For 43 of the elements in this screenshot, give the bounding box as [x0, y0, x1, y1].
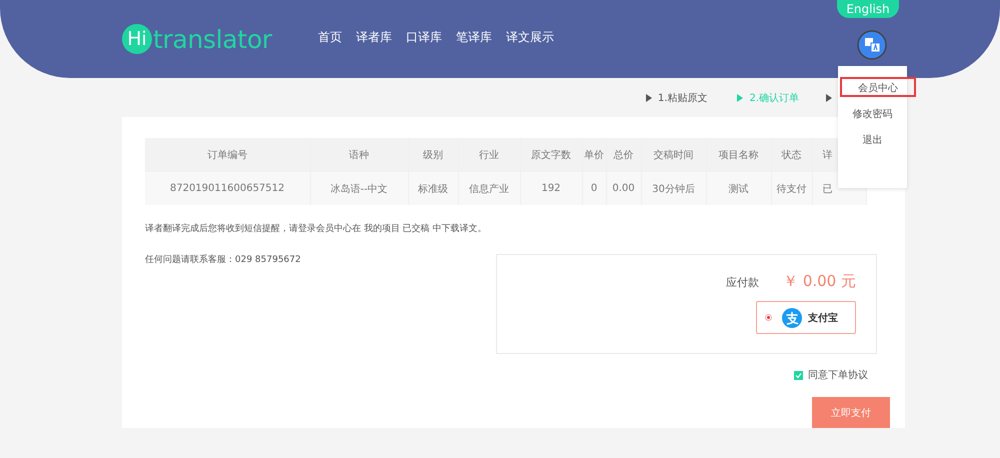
table-cell: 30分钟后: [641, 172, 706, 205]
nav-link[interactable]: 首页: [318, 28, 342, 46]
amount-label: 应付款: [726, 275, 760, 290]
table-cell: 192: [520, 172, 582, 205]
play-icon: [646, 94, 652, 102]
translate-icon[interactable]: [857, 30, 887, 60]
contact-text: 任何问题请联系客服：029 85795672: [145, 254, 302, 266]
table-cell: 0.00: [606, 172, 641, 205]
step-label[interactable]: 1.粘贴原文: [658, 90, 708, 104]
notice-text: 译者翻译完成后您将收到短信提醒，请登录会员中心在 我的项目 已交稿 中下载译文。: [145, 222, 488, 235]
payment-option[interactable]: 支付宝: [756, 301, 856, 334]
nav-link[interactable]: 译文展示: [506, 28, 554, 46]
table-cell: 测试: [706, 172, 771, 205]
amount-value: ￥ 0.00 元: [783, 272, 856, 291]
checkbox[interactable]: [794, 370, 803, 380]
play-icon: [826, 94, 832, 102]
nav-link[interactable]: 笔译库: [456, 28, 492, 46]
column-header: 语种: [310, 138, 408, 172]
logo-text: translator: [153, 26, 272, 52]
table-cell: 待支付: [771, 172, 812, 205]
wallet-icon: [782, 308, 802, 328]
column-header: 行业: [458, 138, 520, 172]
column-header: 项目名称: [706, 138, 771, 172]
menu-item[interactable]: 修改密码: [838, 103, 907, 123]
play-icon: [737, 94, 744, 102]
table-cell: 标准级: [408, 172, 458, 205]
column-header: 总价: [606, 138, 641, 172]
table-cell: 872019011600657512: [145, 172, 310, 205]
logo-mark: Hi: [122, 24, 152, 54]
radio-dot[interactable]: [765, 314, 772, 321]
nav-link[interactable]: 口译库: [406, 28, 442, 46]
table-cell: 信息产业: [458, 172, 520, 205]
table-cell: 0: [582, 172, 606, 205]
column-header: 原文字数: [520, 138, 582, 172]
table-cell: 冰岛语--中文: [310, 172, 408, 205]
column-header: 状态: [771, 138, 812, 172]
agreement-label: 同意下单协议: [808, 368, 868, 382]
menu-item[interactable]: 会员中心: [840, 77, 916, 97]
column-header: 单价: [582, 138, 606, 172]
column-header: 订单编号: [145, 138, 310, 172]
column-header: 级别: [408, 138, 458, 172]
column-header: 交稿时间: [641, 138, 706, 172]
nav-link[interactable]: 译者库: [356, 28, 392, 46]
